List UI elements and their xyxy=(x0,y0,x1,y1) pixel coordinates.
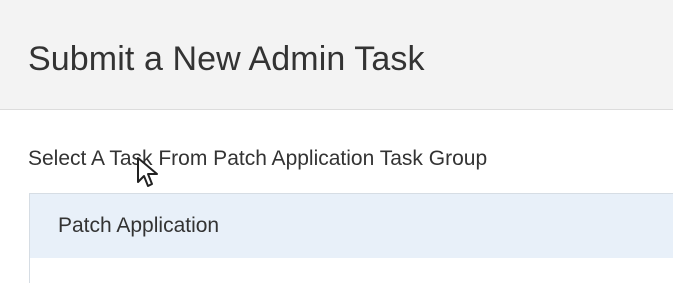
page-header: Submit a New Admin Task xyxy=(0,0,673,110)
page-title: Submit a New Admin Task xyxy=(28,40,425,78)
task-group-subtitle: Select A Task From Patch Application Tas… xyxy=(28,147,488,170)
list-item-patch-application[interactable]: Patch Application xyxy=(30,194,673,258)
task-list: Patch Application xyxy=(29,193,673,283)
